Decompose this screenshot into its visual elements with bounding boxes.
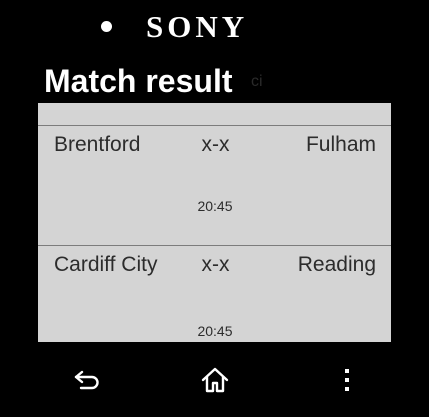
device-indicator-dot [101, 21, 112, 32]
home-button[interactable] [193, 362, 237, 398]
list-header-spacer [38, 103, 391, 126]
back-button[interactable] [65, 362, 109, 398]
match-row[interactable]: Cardiff City x-x Reading 20:45 [38, 246, 391, 342]
match-list[interactable]: Brentford x-x Fulham 20:45 Cardiff City … [38, 103, 391, 342]
home-team: Brentford [54, 133, 141, 156]
home-icon [201, 367, 229, 393]
match-score: x-x [201, 253, 230, 276]
title-ghost-text: ci [251, 73, 263, 90]
match-score: x-x [201, 133, 230, 156]
navigation-bar [0, 350, 429, 410]
menu-button[interactable] [325, 362, 369, 398]
device-brand-logo: SONY [146, 9, 249, 44]
title-bar: ci Match result [38, 59, 391, 103]
page-title: Match result [44, 63, 233, 99]
away-team: Fulham [305, 133, 376, 156]
overflow-menu-icon [345, 369, 349, 391]
home-team: Cardiff City [54, 253, 158, 276]
back-arrow-icon [74, 370, 99, 390]
match-row[interactable]: Brentford x-x Fulham 20:45 [38, 126, 391, 246]
kickoff-time: 20:45 [197, 198, 233, 214]
away-team: Reading [297, 253, 376, 276]
app-screen: ci Match result Brentford x-x Fulham 20:… [38, 59, 391, 342]
kickoff-time: 20:45 [197, 323, 233, 339]
